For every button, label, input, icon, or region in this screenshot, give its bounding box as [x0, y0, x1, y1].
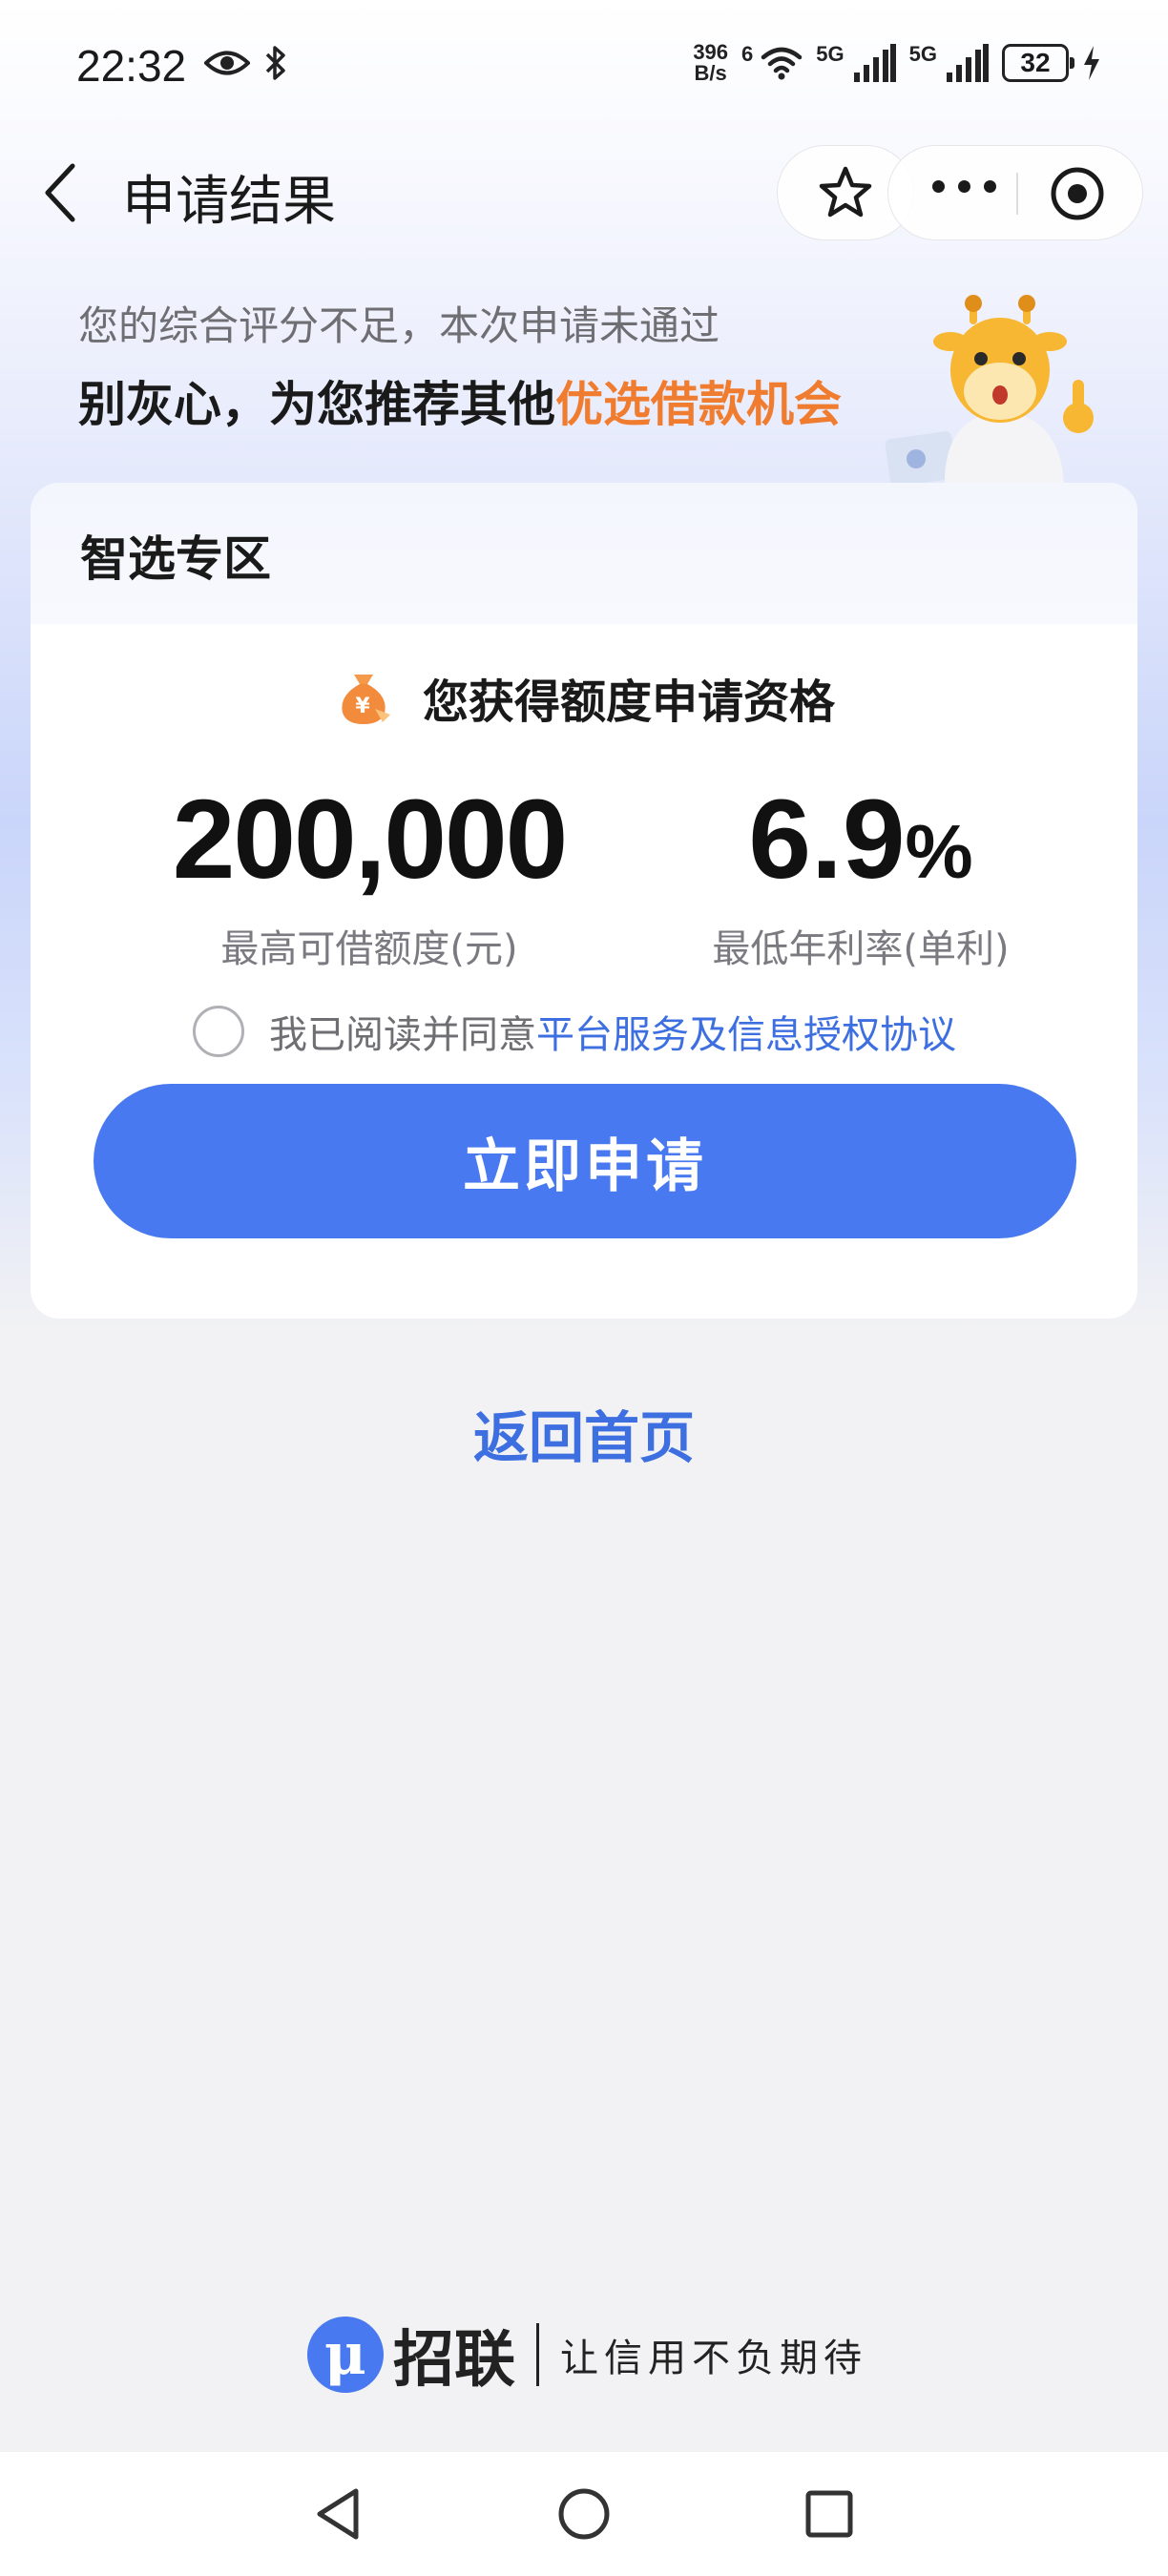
charging-icon: [1084, 46, 1099, 80]
svg-text:¥: ¥: [355, 695, 370, 718]
card-title: 智选专区: [80, 531, 271, 587]
rate-unit: %: [905, 809, 973, 894]
sim2-network-label: 5G: [908, 42, 937, 66]
bluetooth-icon: [265, 46, 285, 80]
more-dot-icon: [984, 180, 996, 193]
battery-level: 32: [1020, 48, 1051, 77]
back-to-home-link: 返回首页: [472, 1405, 695, 1470]
min-rate-value: 6.9%: [748, 777, 973, 903]
page-title: 申请结果: [122, 171, 336, 233]
star-icon: [819, 166, 872, 218]
apply-now-button[interactable]: 立即申请: [94, 1084, 1076, 1238]
capsule-divider: [1016, 173, 1018, 215]
square-recents-icon: [805, 2490, 853, 2538]
wifi-icon: [761, 47, 803, 80]
close-mini-program-button[interactable]: [1049, 165, 1106, 226]
brand-logo-icon: μ: [307, 2316, 384, 2393]
agreement-row: 我已阅读并同意 平台服务及信息授权协议: [193, 1004, 956, 1059]
chevron-left-icon: [45, 163, 75, 222]
signal-icon: [853, 44, 896, 82]
application-fail-message: 您的综合评分不足，本次申请未通过: [78, 302, 720, 349]
mini-program-capsule: [887, 145, 1143, 240]
recommendation-headline: 别灰心，为您推荐其他优选借款机会: [78, 377, 842, 432]
qualification-row: ¥ 您获得额度申请资格: [31, 664, 1137, 731]
agreement-link[interactable]: 平台服务及信息授权协议: [536, 1004, 956, 1059]
system-navigation-bar: [0, 2452, 1168, 2576]
signal-icon-2: [947, 44, 989, 82]
status-right-icons: 396 B/s 6 5G 5G 32: [693, 42, 1101, 84]
sim1-network-label: 5G: [816, 42, 845, 66]
more-options-button[interactable]: [932, 180, 996, 193]
system-recents-button[interactable]: [796, 2481, 863, 2547]
brand-name: 招联: [393, 2325, 515, 2396]
min-rate-label: 最低年利率(单利): [712, 927, 1010, 971]
recommendation-highlight: 优选借款机会: [555, 377, 842, 432]
battery-indicator: 32: [1002, 44, 1074, 82]
brand-slogan: 让信用不负期待: [560, 2337, 867, 2380]
back-button[interactable]: [36, 158, 94, 227]
status-bar: 22:32 396 B/s 6 5G 5G 32: [0, 0, 1168, 134]
more-dot-icon: [958, 180, 970, 193]
triangle-back-icon: [317, 2488, 359, 2540]
circle-home-icon: [558, 2488, 610, 2540]
more-dot-icon: [932, 180, 945, 193]
brand-divider: [536, 2323, 539, 2386]
money-bag-icon: ¥: [342, 675, 390, 724]
smart-select-card: 智选专区 ¥ 您获得额度申请资格 200,000 6.9% 最高可借额度(元) …: [31, 483, 1137, 1319]
system-back-button[interactable]: [305, 2481, 372, 2547]
giraffe-mascot-image: [885, 295, 1094, 483]
network-speed: 396 B/s: [693, 40, 729, 85]
qualification-text: 您获得额度申请资格: [422, 675, 835, 729]
agreement-checkbox[interactable]: [193, 1006, 244, 1057]
eye-icon: [204, 51, 250, 75]
status-time: 22:32: [76, 41, 187, 91]
target-icon: [1051, 167, 1104, 220]
system-home-button[interactable]: [551, 2481, 617, 2547]
card-header: 智选专区: [31, 483, 1137, 624]
wifi-generation-label: 6: [741, 42, 754, 66]
agreement-text: 我已阅读并同意: [269, 1013, 536, 1057]
brand-footer: μ 招联 让信用不负期待: [307, 2311, 867, 2399]
status-left-icons: [204, 44, 288, 82]
